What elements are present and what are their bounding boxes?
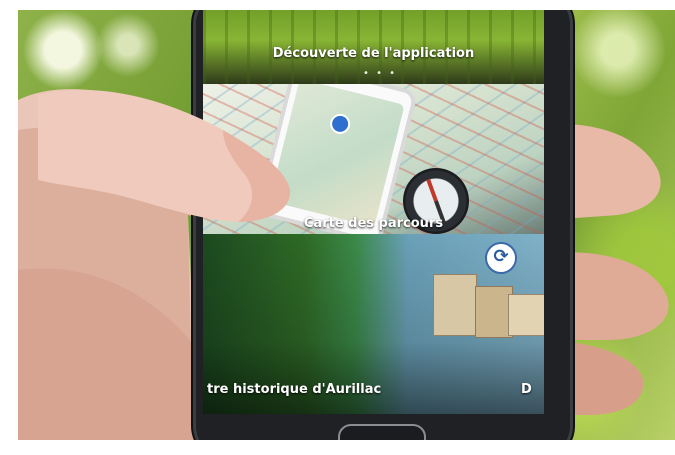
thumb [38, 89, 291, 223]
photo-background: Découverte de l'application • • • Carte … [18, 10, 675, 440]
